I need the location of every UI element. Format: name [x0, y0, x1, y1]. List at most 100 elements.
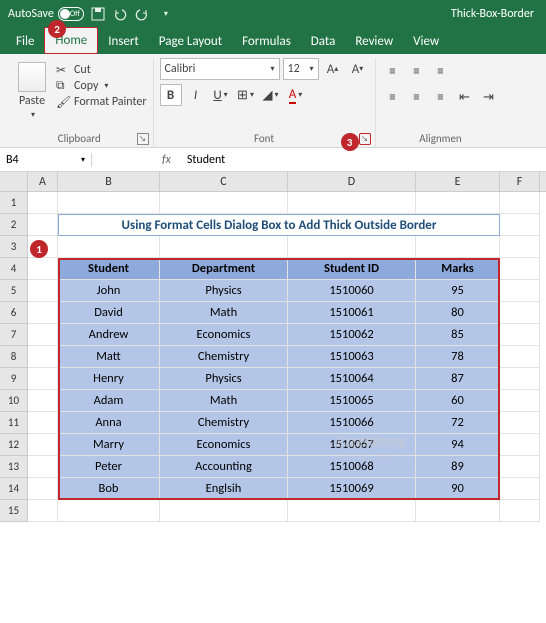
cell[interactable]: Marry: [58, 434, 160, 456]
row-header[interactable]: 3: [0, 236, 28, 258]
cell[interactable]: 78: [416, 346, 500, 368]
cell[interactable]: Marks: [416, 258, 500, 280]
paste-dropdown-icon[interactable]: ▾: [31, 110, 35, 120]
cell[interactable]: Math: [160, 390, 288, 412]
cell[interactable]: [28, 302, 58, 324]
cell[interactable]: 1510069: [288, 478, 416, 500]
row-header[interactable]: 14: [0, 478, 28, 500]
tab-view[interactable]: View: [403, 29, 449, 54]
cell[interactable]: [58, 192, 160, 214]
row-header[interactable]: 11: [0, 412, 28, 434]
cell[interactable]: [500, 324, 540, 346]
col-header[interactable]: B: [58, 172, 160, 191]
col-header[interactable]: E: [416, 172, 500, 191]
redo-icon[interactable]: [134, 6, 150, 22]
copy-button[interactable]: ⧉Copy▾: [56, 78, 147, 94]
row-header[interactable]: 9: [0, 368, 28, 390]
cell[interactable]: [500, 412, 540, 434]
underline-button[interactable]: U▾: [210, 84, 232, 106]
cell[interactable]: Andrew: [58, 324, 160, 346]
cell[interactable]: Student ID: [288, 258, 416, 280]
cell[interactable]: 1510062: [288, 324, 416, 346]
cell[interactable]: [416, 192, 500, 214]
cell[interactable]: 87: [416, 368, 500, 390]
tab-file[interactable]: File: [6, 29, 44, 54]
paste-button[interactable]: Paste ▾: [12, 58, 52, 120]
cell[interactable]: 89: [416, 456, 500, 478]
cell[interactable]: [58, 500, 160, 522]
cell[interactable]: 72: [416, 412, 500, 434]
cell[interactable]: Anna: [58, 412, 160, 434]
row-header[interactable]: 1: [0, 192, 28, 214]
save-icon[interactable]: [90, 6, 106, 22]
align-middle-button[interactable]: ≡: [406, 60, 428, 82]
cell[interactable]: [28, 258, 58, 280]
cell[interactable]: [416, 236, 500, 258]
cell[interactable]: [28, 280, 58, 302]
increase-indent-button[interactable]: ⇥: [478, 86, 500, 108]
cell[interactable]: 95: [416, 280, 500, 302]
cell[interactable]: [28, 434, 58, 456]
col-header[interactable]: D: [288, 172, 416, 191]
cell[interactable]: Physics: [160, 368, 288, 390]
cell[interactable]: [500, 258, 540, 280]
formula-bar[interactable]: Student: [181, 153, 231, 167]
cell[interactable]: [500, 346, 540, 368]
row-header[interactable]: 8: [0, 346, 28, 368]
cell[interactable]: Student: [58, 258, 160, 280]
cell[interactable]: [28, 192, 58, 214]
cell[interactable]: 1510064: [288, 368, 416, 390]
tab-page-layout[interactable]: Page Layout: [149, 29, 232, 54]
align-bottom-button[interactable]: ≡: [430, 60, 452, 82]
row-header[interactable]: 2: [0, 214, 28, 236]
cell[interactable]: [500, 302, 540, 324]
decrease-indent-button[interactable]: ⇤: [454, 86, 476, 108]
cell[interactable]: Englsih: [160, 478, 288, 500]
cell[interactable]: Physics: [160, 280, 288, 302]
cell[interactable]: [28, 456, 58, 478]
cell[interactable]: [500, 368, 540, 390]
cell[interactable]: Department: [160, 258, 288, 280]
cell[interactable]: 60: [416, 390, 500, 412]
cell[interactable]: [500, 192, 540, 214]
row-header[interactable]: 12: [0, 434, 28, 456]
toggle-switch[interactable]: Off: [58, 7, 84, 21]
cut-button[interactable]: ✂Cut: [56, 62, 147, 78]
cell[interactable]: Bob: [58, 478, 160, 500]
align-left-button[interactable]: ≡: [382, 86, 404, 108]
cell[interactable]: [28, 390, 58, 412]
cell[interactable]: [416, 500, 500, 522]
cell[interactable]: [500, 214, 540, 236]
cell[interactable]: 80: [416, 302, 500, 324]
cell[interactable]: [500, 478, 540, 500]
cell[interactable]: Economics: [160, 324, 288, 346]
cell[interactable]: 1510067: [288, 434, 416, 456]
font-color-button[interactable]: A▾: [285, 84, 307, 106]
cell[interactable]: Economics: [160, 434, 288, 456]
cell[interactable]: [288, 500, 416, 522]
cell[interactable]: [500, 390, 540, 412]
cell[interactable]: [28, 346, 58, 368]
align-center-button[interactable]: ≡: [406, 86, 428, 108]
cell[interactable]: Chemistry: [160, 412, 288, 434]
copy-dropdown-icon[interactable]: ▾: [104, 81, 108, 91]
border-button[interactable]: ⊞▾: [235, 84, 257, 106]
cell[interactable]: [288, 192, 416, 214]
cell[interactable]: 90: [416, 478, 500, 500]
autosave-toggle[interactable]: AutoSave Off: [8, 7, 84, 21]
cell[interactable]: David: [58, 302, 160, 324]
tab-review[interactable]: Review: [345, 29, 403, 54]
cell[interactable]: Math: [160, 302, 288, 324]
cell[interactable]: Accounting: [160, 456, 288, 478]
cell[interactable]: [28, 412, 58, 434]
cell[interactable]: [160, 236, 288, 258]
cell[interactable]: [28, 368, 58, 390]
cell[interactable]: John: [58, 280, 160, 302]
font-dialog-launcher[interactable]: ↘: [359, 133, 371, 145]
fx-icon[interactable]: fx: [152, 153, 181, 167]
cell[interactable]: 94: [416, 434, 500, 456]
row-header[interactable]: 15: [0, 500, 28, 522]
row-header[interactable]: 13: [0, 456, 28, 478]
cell[interactable]: [500, 456, 540, 478]
cell[interactable]: [288, 236, 416, 258]
